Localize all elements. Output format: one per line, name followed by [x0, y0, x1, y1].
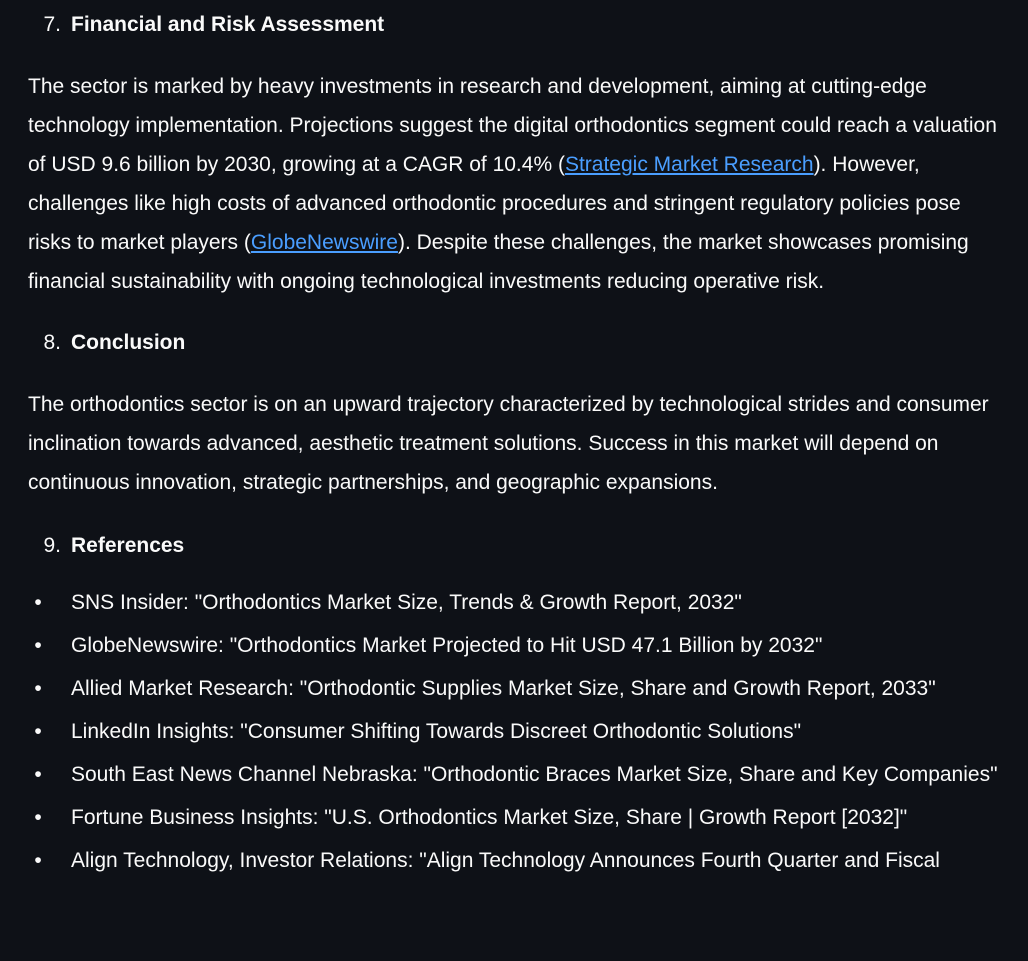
- financial-risk-paragraph: The sector is marked by heavy investment…: [28, 67, 1008, 301]
- list-item: • Allied Market Research: "Orthodontic Su…: [28, 670, 1008, 708]
- globenewswire-link[interactable]: GlobeNewswire: [251, 231, 398, 254]
- reference-text: Align Technology, Investor Relations: "A…: [71, 849, 940, 872]
- bullet-icon: •: [34, 849, 42, 872]
- document-content: 7. Financial and Risk Assessment The sec…: [28, 0, 1008, 885]
- reference-text: Fortune Business Insights: "U.S. Orthodo…: [71, 806, 908, 829]
- list-item: • Fortune Business Insights: "U.S. Orthod…: [28, 799, 1008, 837]
- reference-text: GlobeNewswire: "Orthodontics Market Proj…: [71, 634, 823, 657]
- reference-text: South East News Channel Nebraska: "Ortho…: [71, 763, 998, 786]
- bullet-icon: •: [34, 634, 42, 657]
- section-number: 7.: [43, 13, 61, 36]
- reference-text: Allied Market Research: "Orthodontic Sup…: [71, 677, 936, 700]
- section-title: Financial and Risk Assessment: [71, 13, 385, 36]
- section-number: 8.: [43, 331, 61, 354]
- bullet-icon: •: [34, 677, 42, 700]
- list-item: • GlobeNewswire: "Orthodontics Market Pro…: [28, 627, 1008, 665]
- bullet-icon: •: [34, 806, 42, 829]
- list-item: • SNS Insider: "Orthodontics Market Size,…: [28, 584, 1008, 622]
- section-heading-conclusion: 8. Conclusion: [28, 323, 1008, 362]
- list-item: • LinkedIn Insights: "Consumer Shifting T…: [28, 713, 1008, 751]
- references-list: • SNS Insider: "Orthodontics Market Size,…: [28, 584, 1008, 880]
- section-title: Conclusion: [71, 331, 186, 354]
- bullet-icon: •: [34, 591, 42, 614]
- list-item: • South East News Channel Nebraska: "Orth…: [28, 756, 1008, 794]
- conclusion-paragraph: The orthodontics sector is on an upward …: [28, 393, 989, 494]
- section-title: References: [71, 534, 185, 557]
- list-item: • Align Technology, Investor Relations: "…: [28, 842, 1008, 880]
- bullet-icon: •: [34, 763, 42, 786]
- strategic-market-research-link[interactable]: Strategic Market Research: [565, 153, 814, 176]
- section-heading-references: 9. References: [28, 526, 1008, 565]
- reference-text: SNS Insider: "Orthodontics Market Size, …: [71, 591, 742, 614]
- section-number: 9.: [43, 534, 61, 557]
- section-heading-financial-risk: 7. Financial and Risk Assessment: [28, 5, 1008, 44]
- bullet-icon: •: [34, 720, 42, 743]
- reference-text: LinkedIn Insights: "Consumer Shifting To…: [71, 720, 802, 743]
